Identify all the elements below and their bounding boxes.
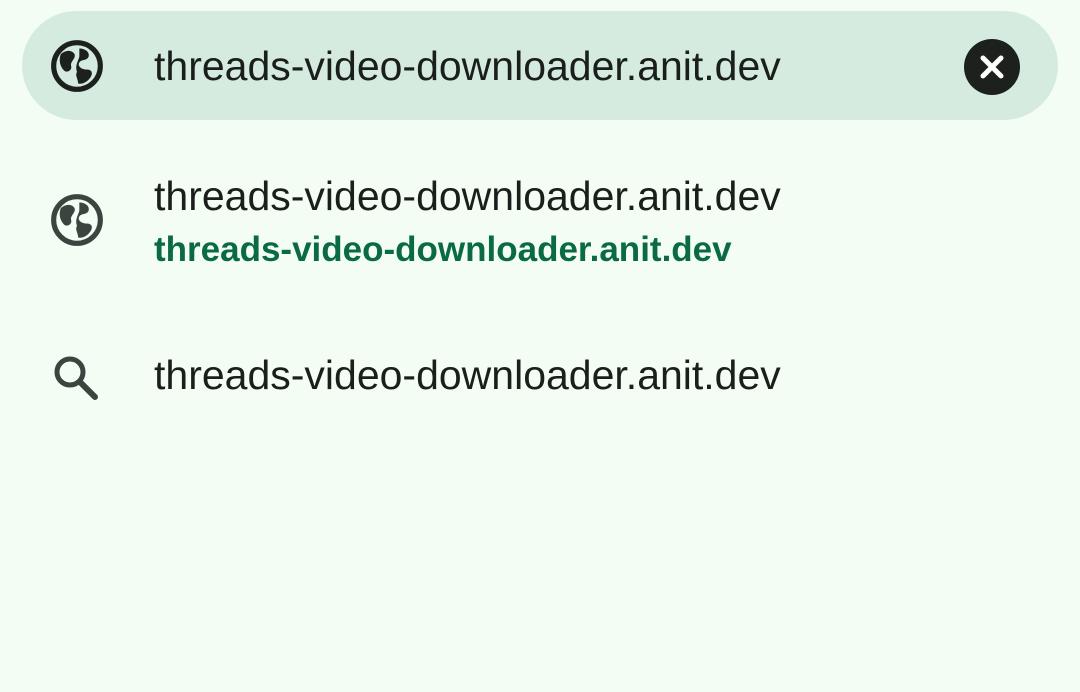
address-input[interactable] <box>154 37 924 95</box>
omnibox-page: threads-video-downloader.anit.dev thread… <box>0 0 1080 692</box>
search-icon <box>50 352 102 404</box>
suggestion-title: threads-video-downloader.anit.dev <box>154 173 781 219</box>
close-icon <box>980 55 1004 79</box>
suggestion-url: threads-video-downloader.anit.dev <box>154 230 732 269</box>
globe-icon <box>49 38 105 94</box>
globe-icon <box>49 192 105 248</box>
clear-input-button[interactable] <box>964 39 1020 95</box>
suggestion-item-site[interactable]: threads-video-downloader.anit.dev thread… <box>0 150 1080 295</box>
suggestion-title: threads-video-downloader.anit.dev <box>154 352 781 398</box>
suggestion-item-search[interactable]: threads-video-downloader.anit.dev <box>0 330 1080 425</box>
address-bar[interactable] <box>22 11 1058 120</box>
